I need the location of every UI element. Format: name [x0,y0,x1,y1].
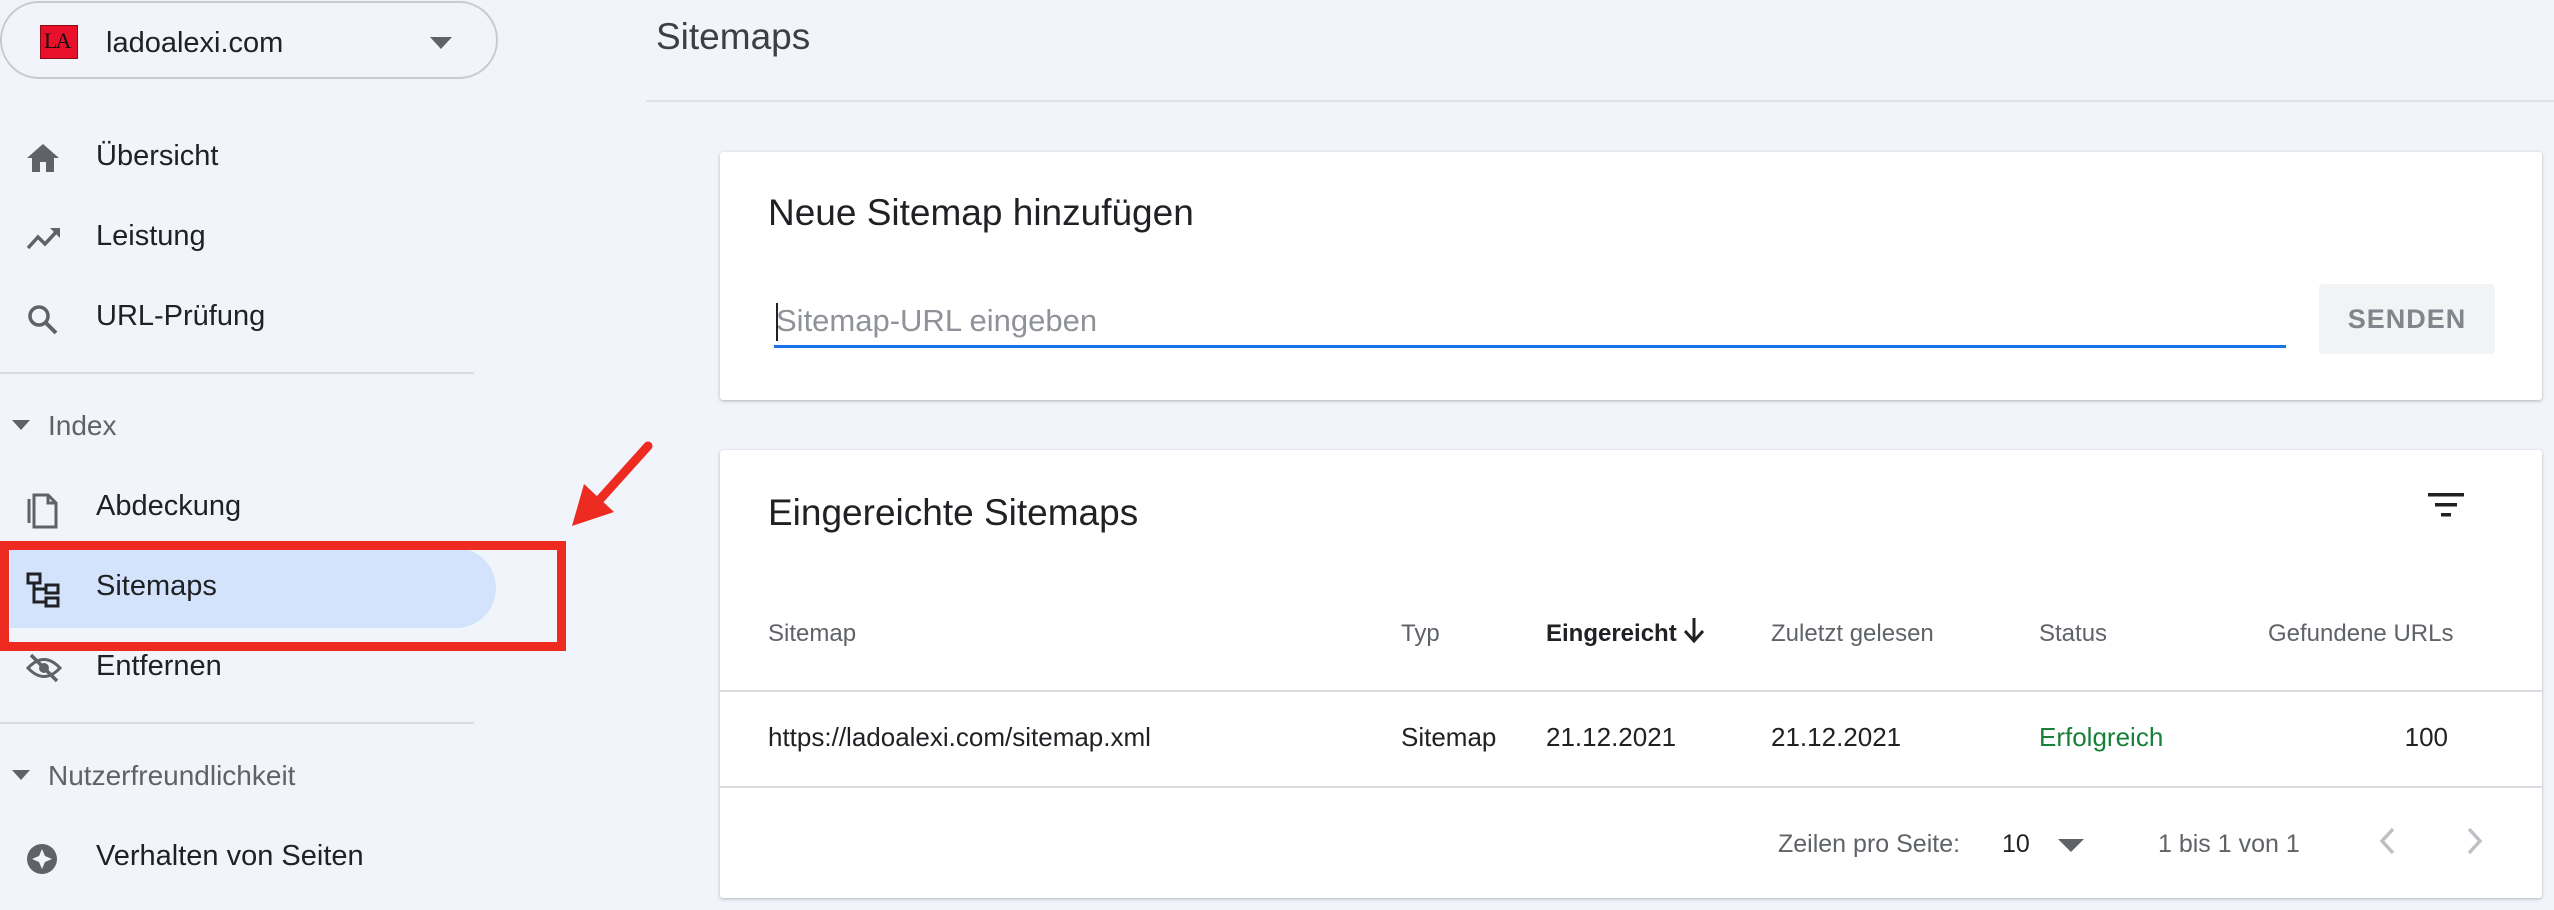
sidebar-divider [0,722,474,724]
home-icon [26,143,60,173]
sidebar-section-index[interactable]: Index [48,410,117,442]
pagination-range: 1 bis 1 von 1 [2158,830,2300,858]
arrow-down-icon[interactable] [1682,616,1706,644]
sidebar-item-label: URL-Prüfung [96,300,266,332]
chevron-down-icon [430,37,452,49]
copy-icon [26,493,58,529]
send-button[interactable]: SENDEN [2319,284,2495,354]
rows-per-page-select[interactable]: 10 [2002,830,2030,859]
sidebar-item-label: Entfernen [96,650,222,682]
text-cursor [776,303,778,341]
sidebar-item-overview[interactable]: Übersicht [0,122,470,192]
column-header-urls-found[interactable]: Gefundene URLs [2268,620,2453,648]
annotation-highlight-box [0,541,566,651]
visibility-off-icon [26,653,62,683]
sidebar-item-performance[interactable]: Leistung [0,202,470,272]
column-header-submitted[interactable]: Eingereicht [1546,620,1677,648]
rows-per-page-label: Zeilen pro Seite: [1778,830,1961,858]
header-divider [646,100,2554,102]
sidebar-item-label: Abdeckung [96,490,242,522]
add-sitemap-card [720,152,2542,400]
table-divider [720,690,2542,692]
sidebar-item-page-experience[interactable]: Verhalten von Seiten [0,822,470,892]
cell-type: Sitemap [1401,722,1497,752]
sidebar-item-url-inspection[interactable]: URL-Prüfung [0,282,470,352]
cell-submitted: 21.12.2021 [1546,722,1677,752]
table-divider [720,786,2542,788]
sidebar-divider [0,372,474,374]
cell-urls-found: 100 [2404,722,2448,752]
column-header-status[interactable]: Status [2039,620,2107,648]
cell-last-read: 21.12.2021 [1771,722,1902,752]
page-title: Sitemaps [656,16,811,57]
chevron-left-icon[interactable] [2378,826,2396,856]
column-header-sitemap[interactable]: Sitemap [768,620,856,648]
filter-icon[interactable] [2426,490,2466,520]
annotation-arrow-icon [570,440,654,530]
sidebar-item-label: Verhalten von Seiten [96,840,364,872]
property-selector[interactable]: LA ladoalexi.com [0,1,498,79]
chevron-right-icon[interactable] [2466,826,2484,856]
column-header-type[interactable]: Typ [1401,620,1440,648]
chevron-down-icon[interactable] [2058,839,2084,852]
trending-up-icon [26,223,62,253]
caret-down-icon[interactable] [12,770,30,780]
sidebar-section-ux[interactable]: Nutzerfreundlichkeit [48,760,295,792]
page-experience-icon [26,843,58,875]
sidebar-item-coverage[interactable]: Abdeckung [0,472,470,542]
add-sitemap-title: Neue Sitemap hinzufügen [768,192,1194,233]
sitemap-url-input[interactable] [774,296,2286,348]
caret-down-icon[interactable] [12,420,30,430]
property-logo-text: LA [44,28,71,53]
column-header-last-read[interactable]: Zuletzt gelesen [1771,620,1934,648]
property-logo: LA [40,25,78,59]
status-badge: Erfolgreich [2039,722,2164,752]
sidebar-item-label: Übersicht [96,140,219,172]
search-icon [26,303,60,335]
property-name: ladoalexi.com [106,27,284,59]
sidebar-item-label: Leistung [96,220,206,252]
cell-sitemap-url[interactable]: https://ladoalexi.com/sitemap.xml [768,722,1151,753]
submitted-sitemaps-title: Eingereichte Sitemaps [768,492,1139,533]
